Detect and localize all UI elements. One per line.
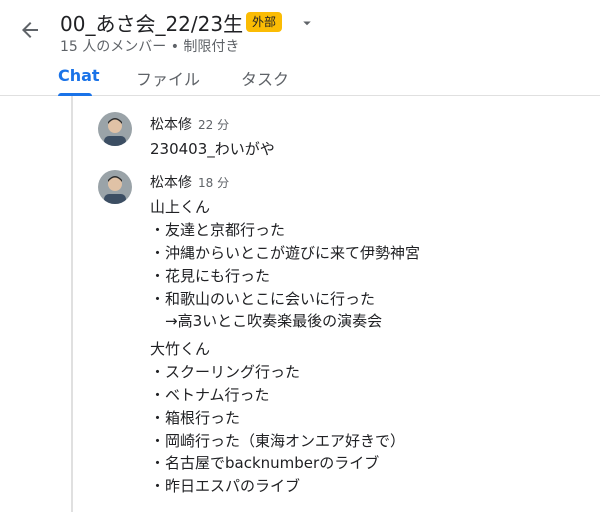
message-line: ・沖縄からいとこが遊びに来て伊勢神宮 (150, 244, 421, 262)
active-tab-indicator (58, 93, 92, 96)
back-arrow-icon[interactable] (18, 18, 42, 42)
message-line: →高3いとこ吹奏楽最後の演奏会 (150, 312, 383, 330)
tab-files[interactable]: ファイル (136, 66, 200, 90)
message-line: ・和歌山のいとこに会いに行った (150, 290, 376, 308)
message-line: ・箱根行った (150, 409, 241, 427)
message-line: ・名古屋でbacknumberのライブ (150, 454, 380, 472)
message-line: 山上くん (150, 198, 211, 216)
tab-chat[interactable]: Chat (58, 66, 100, 85)
tab-tasks[interactable]: タスク (241, 66, 289, 90)
thread-line (71, 96, 73, 512)
message-line: ・ベトナム行った (150, 386, 270, 404)
external-badge: 外部 (246, 12, 283, 32)
message-line: ・スクーリング行った (150, 363, 301, 381)
avatar[interactable] (98, 170, 132, 204)
message-line: ・昨日エスパのライブ (150, 477, 301, 495)
sender-row: 松本修 18 分 (150, 172, 229, 192)
message-line: ・岡崎行った（東海オンエア好きで） (150, 432, 406, 450)
sender-name: 松本修 (150, 175, 192, 191)
message-line: 大竹くん (150, 340, 211, 358)
chevron-down-icon[interactable] (298, 14, 316, 32)
message-line: ・友達と京都行った (150, 221, 286, 239)
chat-header: 00_あさ会_22/23生 外部 15 人のメンバー • 制限付き Chat フ… (0, 0, 600, 96)
timestamp: 18 分 (198, 176, 230, 190)
avatar[interactable] (98, 112, 132, 146)
message-line: ・花見にも行った (150, 267, 271, 285)
space-subtitle: 15 人のメンバー • 制限付き (60, 39, 240, 55)
message-text: 230403_わいがや (150, 140, 275, 158)
sender-row: 松本修 22 分 (150, 114, 229, 134)
sender-name: 松本修 (150, 117, 192, 133)
timestamp: 22 分 (198, 118, 230, 132)
space-title: 00_あさ会_22/23生 (60, 12, 244, 36)
